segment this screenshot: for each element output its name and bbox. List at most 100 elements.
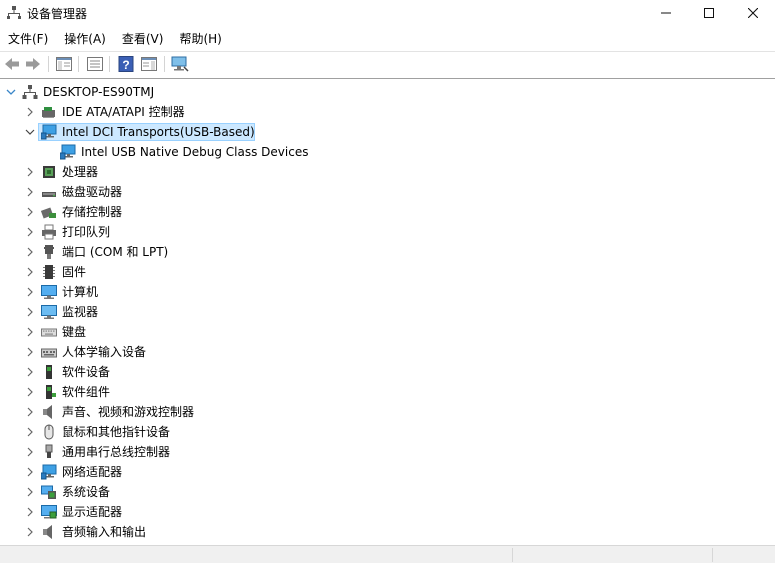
system-device-icon (41, 484, 57, 500)
tree-item-label: 打印队列 (62, 225, 111, 239)
tree-item-processor[interactable]: 处理器 (0, 162, 775, 182)
chevron-right-icon[interactable] (24, 486, 36, 498)
tree-item-network-adapters[interactable]: 网络适配器 (0, 462, 775, 482)
software-device-icon (41, 364, 57, 380)
tree-item-label: 处理器 (62, 165, 99, 179)
chevron-right-icon[interactable] (24, 306, 36, 318)
firmware-icon (41, 264, 57, 280)
processor-icon (41, 164, 57, 180)
storage-controller-icon (41, 204, 57, 220)
tree-item-computer[interactable]: 计算机 (0, 282, 775, 302)
chevron-right-icon[interactable] (24, 346, 36, 358)
tree-item-software-devices[interactable]: 软件设备 (0, 362, 775, 382)
chevron-down-icon[interactable] (5, 86, 17, 98)
chevron-right-icon[interactable] (24, 446, 36, 458)
tree-item-print-queues[interactable]: 打印队列 (0, 222, 775, 242)
tree-item-disk-drives[interactable]: 磁盘驱动器 (0, 182, 775, 202)
chevron-right-icon[interactable] (24, 206, 36, 218)
properties-icon[interactable] (86, 55, 104, 73)
device-manager-app-icon (7, 5, 21, 19)
device-tree: DESKTOP-ES90TMJ IDE ATA/ATAPI 控制器 Intel … (0, 82, 775, 544)
chevron-right-icon[interactable] (24, 286, 36, 298)
tree-item-storage-controllers[interactable]: 存储控制器 (0, 202, 775, 222)
disk-drive-icon (41, 184, 57, 200)
network-monitor-icon (41, 124, 57, 140)
tree-item-sound-video-game[interactable]: 声音、视频和游戏控制器 (0, 402, 775, 422)
network-adapter-icon (41, 464, 57, 480)
tree-item-label: 网络适配器 (62, 465, 123, 479)
chevron-right-icon[interactable] (24, 466, 36, 478)
tree-item-label: 软件设备 (62, 365, 111, 379)
close-button[interactable] (730, 0, 775, 26)
tree-item-audio-io[interactable]: 音频输入和输出 (0, 522, 775, 542)
menu-file[interactable]: 文件(F) (0, 28, 56, 50)
tree-item-label: Intel DCI Transports(USB-Based) (62, 125, 255, 139)
chevron-right-icon[interactable] (24, 226, 36, 238)
tree-item-display-adapters[interactable]: 显示适配器 (0, 502, 775, 522)
computer-root-icon (22, 84, 38, 100)
chevron-right-icon[interactable] (24, 386, 36, 398)
tree-item-label: 软件组件 (62, 385, 111, 399)
tree-item-ports[interactable]: 端口 (COM 和 LPT) (0, 242, 775, 262)
keyboard-icon (41, 324, 57, 340)
show-action-pane-icon[interactable] (140, 55, 158, 73)
minimize-button[interactable] (643, 0, 689, 26)
svg-text:?: ? (122, 58, 129, 72)
chevron-right-icon[interactable] (24, 266, 36, 278)
chevron-right-icon[interactable] (24, 506, 36, 518)
tree-item-label: 通用串行总线控制器 (62, 445, 171, 459)
show-hide-console-tree-icon[interactable] (55, 55, 73, 73)
help-icon[interactable]: ? (117, 55, 135, 73)
tree-item-label: Intel USB Native Debug Class Devices (81, 145, 309, 159)
chevron-right-icon[interactable] (24, 246, 36, 258)
tree-item-label: 鼠标和其他指针设备 (62, 425, 171, 439)
tree-child-intel-usb-debug[interactable]: Intel USB Native Debug Class Devices (0, 142, 775, 162)
tree-item-keyboards[interactable]: 键盘 (0, 322, 775, 342)
chevron-right-icon[interactable] (24, 106, 36, 118)
chevron-right-icon[interactable] (24, 326, 36, 338)
tree-item-intel-dci[interactable]: Intel DCI Transports(USB-Based) (0, 122, 775, 142)
network-monitor-icon (60, 144, 76, 160)
chevron-right-icon[interactable] (24, 526, 36, 538)
chevron-right-icon[interactable] (24, 406, 36, 418)
ide-controller-icon (41, 104, 57, 120)
tree-item-hid[interactable]: 人体学输入设备 (0, 342, 775, 362)
maximize-button[interactable] (686, 0, 732, 26)
chevron-right-icon[interactable] (24, 186, 36, 198)
tree-item-label: 声音、视频和游戏控制器 (62, 405, 195, 419)
chevron-right-icon[interactable] (24, 166, 36, 178)
menu-action[interactable]: 操作(A) (56, 28, 114, 50)
toolbar-separator (78, 56, 79, 72)
speaker-icon (41, 404, 57, 420)
usb-icon (41, 444, 57, 460)
tree-item-monitors[interactable]: 监视器 (0, 302, 775, 322)
status-bar (0, 545, 775, 563)
tree-item-label: 系统设备 (62, 485, 111, 499)
tree-item-mice[interactable]: 鼠标和其他指针设备 (0, 422, 775, 442)
tree-item-usb-controllers[interactable]: 通用串行总线控制器 (0, 442, 775, 462)
tree-item-software-components[interactable]: 软件组件 (0, 382, 775, 402)
port-icon (41, 244, 57, 260)
tree-root[interactable]: DESKTOP-ES90TMJ (0, 82, 775, 102)
toolbar-separator (48, 56, 49, 72)
scan-hardware-icon[interactable] (171, 55, 189, 73)
monitor-icon (41, 304, 57, 320)
tree-item-label: 音频输入和输出 (62, 525, 147, 539)
tree-item-firmware[interactable]: 固件 (0, 262, 775, 282)
audio-io-icon (41, 524, 57, 540)
forward-icon[interactable] (24, 55, 42, 73)
toolbar-separator (109, 56, 110, 72)
menu-view[interactable]: 查看(V) (114, 28, 172, 50)
chevron-right-icon[interactable] (24, 366, 36, 378)
menu-help[interactable]: 帮助(H) (171, 28, 229, 50)
toolbar: ? (0, 52, 775, 76)
tree-item-system-devices[interactable]: 系统设备 (0, 482, 775, 502)
toolbar-divider (0, 78, 775, 79)
tree-item-label: 计算机 (62, 285, 99, 299)
back-icon[interactable] (3, 55, 21, 73)
chevron-right-icon[interactable] (24, 426, 36, 438)
chevron-down-icon[interactable] (24, 126, 36, 138)
tree-item-label: 磁盘驱动器 (62, 185, 123, 199)
tree-item-ide[interactable]: IDE ATA/ATAPI 控制器 (0, 102, 775, 122)
printer-icon (41, 224, 57, 240)
